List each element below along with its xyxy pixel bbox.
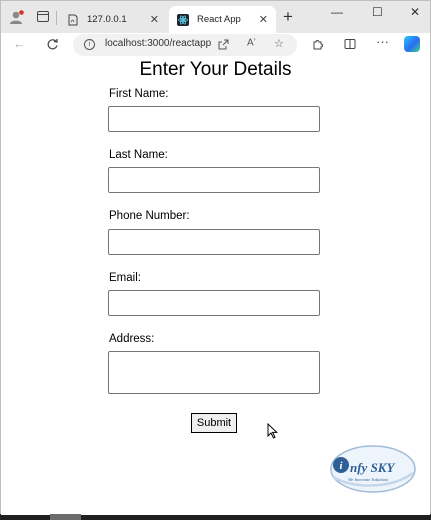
new-tab-button[interactable]: + bbox=[283, 7, 293, 27]
logo-brand: nfy SKY bbox=[350, 460, 395, 475]
first-name-label: First Name: bbox=[109, 88, 169, 100]
taskbar-highlight bbox=[50, 514, 81, 520]
split-screen-icon[interactable] bbox=[344, 38, 356, 50]
info-icon[interactable]: i bbox=[84, 39, 95, 50]
browser-toolbar: ← i localhost:3000/reactapp A› ☆ ··· bbox=[1, 33, 430, 57]
tab-127-0-0-1[interactable]: 127.0.0.1 ✕ bbox=[59, 6, 167, 33]
maximize-button[interactable]: ☐ bbox=[372, 5, 383, 19]
mouse-cursor-icon bbox=[267, 423, 278, 439]
extensions-icon[interactable] bbox=[312, 38, 324, 50]
refresh-icon[interactable] bbox=[46, 38, 59, 51]
tab-strip: 127.0.0.1 ✕ React App ✕ + — ☐ ✕ bbox=[1, 1, 430, 33]
email-label: Email: bbox=[109, 272, 141, 284]
close-icon[interactable]: ✕ bbox=[150, 13, 159, 26]
last-name-label: Last Name: bbox=[109, 149, 168, 161]
submit-button[interactable]: Submit bbox=[191, 413, 237, 433]
more-icon[interactable]: ··· bbox=[376, 34, 389, 49]
address-textarea[interactable] bbox=[108, 351, 320, 394]
logo-tagline: We Innovate Solutions bbox=[348, 477, 389, 482]
copilot-icon[interactable] bbox=[404, 36, 420, 52]
close-window-button[interactable]: ✕ bbox=[410, 5, 420, 19]
read-aloud-icon[interactable]: A› bbox=[247, 37, 256, 48]
minimize-button[interactable]: — bbox=[331, 5, 343, 19]
pdf-icon bbox=[68, 14, 78, 25]
react-favicon bbox=[177, 13, 189, 26]
address-label: Address: bbox=[109, 333, 155, 345]
back-icon[interactable]: ← bbox=[13, 36, 26, 51]
favorite-icon[interactable]: ☆ bbox=[274, 37, 284, 50]
page-content: Enter Your Details First Name: Last Name… bbox=[1, 57, 430, 515]
profile-icon[interactable] bbox=[9, 10, 24, 25]
page-title: Enter Your Details bbox=[139, 59, 292, 80]
tab-actions-icon[interactable] bbox=[37, 11, 49, 22]
email-input[interactable] bbox=[108, 290, 320, 316]
browser-window: 127.0.0.1 ✕ React App ✕ + — ☐ ✕ ← i loca… bbox=[0, 0, 431, 515]
phone-number-input[interactable] bbox=[108, 229, 320, 255]
share-icon[interactable] bbox=[218, 39, 229, 50]
last-name-input[interactable] bbox=[108, 167, 320, 193]
tab-title: 127.0.0.1 bbox=[87, 14, 127, 25]
tab-react-app[interactable]: React App ✕ bbox=[169, 6, 276, 33]
close-icon[interactable]: ✕ bbox=[259, 13, 268, 26]
phone-number-label: Phone Number: bbox=[109, 210, 190, 222]
address-bar[interactable]: i localhost:3000/reactapp A› ☆ bbox=[73, 34, 297, 56]
tab-separator bbox=[56, 11, 57, 25]
url-text[interactable]: localhost:3000/reactapp bbox=[105, 38, 231, 49]
first-name-input[interactable] bbox=[108, 106, 320, 132]
tab-title: React App bbox=[197, 14, 241, 25]
